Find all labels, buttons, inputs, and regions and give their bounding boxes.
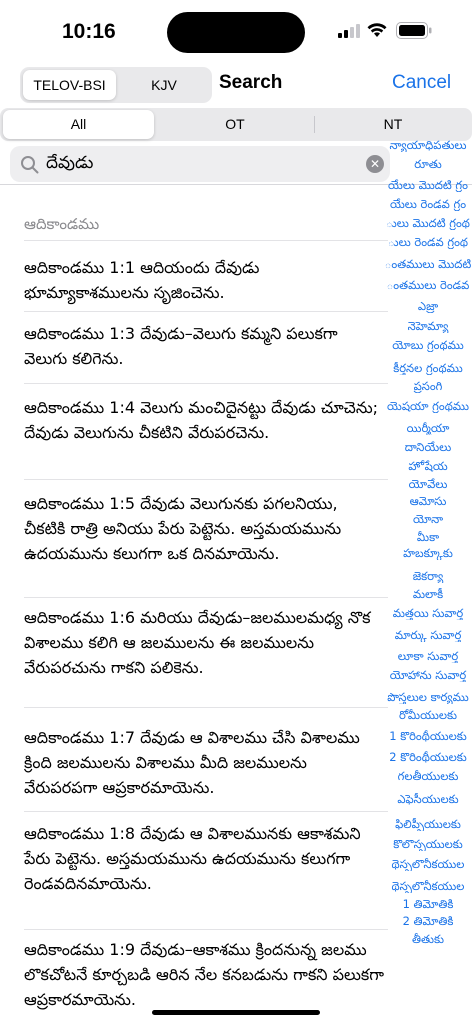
book-index-item[interactable]: ులు మొదటి గ్రంథ — [384, 216, 472, 230]
result-row[interactable]: ఆదికాండము 1:6 మరియు దేవుడు–జలములమధ్య నొక… — [24, 605, 384, 680]
row-separator — [24, 383, 388, 384]
book-index-item[interactable]: ంతములు మొదటి — [384, 257, 472, 271]
book-index-item[interactable]: 1 తిమోతికి — [384, 897, 472, 911]
book-index-item[interactable]: ులు రెండవ గ్రంథ — [384, 235, 472, 249]
book-index-item[interactable]: మత్తయి సువార్త — [384, 606, 472, 620]
book-index-item[interactable]: కీర్తనల గ్రంథము — [384, 361, 472, 375]
book-index-item[interactable]: థెస్సలొనీకయుల — [384, 879, 472, 893]
version-tab-kjv[interactable]: KJV — [118, 70, 210, 100]
book-index-item[interactable]: యోవేలు — [384, 477, 472, 491]
book-index-scrubber[interactable]: న్యాయాధిపతులు రూతు యేలు మొదటి గ్రం యేలు … — [384, 138, 472, 958]
book-index-item[interactable]: లూకా సువార్త — [384, 649, 472, 663]
book-index-item[interactable]: ప్రసంగి — [384, 379, 472, 393]
row-separator — [24, 311, 388, 312]
book-index-item[interactable]: హబక్కూకు — [384, 546, 472, 560]
book-index-item[interactable]: న్యాయాధిపతులు — [384, 138, 472, 152]
dynamic-island — [167, 12, 305, 53]
book-index-item[interactable]: 1 కొరింథీయులకు — [384, 729, 472, 743]
search-field[interactable]: దేవుడు ✕ — [10, 146, 390, 182]
result-row[interactable]: ఆదికాండము 1:4 వెలుగు మంచిదైనట్టు దేవుడు … — [24, 395, 384, 445]
book-index-item[interactable]: థెస్సలొనీకయుల — [384, 857, 472, 871]
book-index-item[interactable]: మలాకీ — [384, 587, 472, 601]
navigation-bar: TELOV-BSI KJV Search Cancel — [0, 64, 472, 104]
book-index-item[interactable]: దానియేలు — [384, 440, 472, 454]
home-indicator[interactable] — [152, 1010, 320, 1015]
book-index-item[interactable]: మార్కు సువార్త — [384, 628, 472, 642]
book-index-item[interactable]: ఎజ్రా — [384, 299, 472, 313]
book-index-item[interactable]: జెకర్యా — [384, 569, 472, 583]
book-index-item[interactable]: గలతీయులకు — [384, 769, 472, 783]
book-index-item[interactable]: మీకా — [384, 530, 472, 544]
row-separator — [24, 811, 388, 812]
book-index-item[interactable]: యోనా — [384, 512, 472, 526]
version-tab-telov[interactable]: TELOV-BSI — [23, 70, 116, 100]
testament-filter-control: All OT NT — [0, 108, 472, 141]
book-index-item[interactable]: ఆమోసు — [384, 494, 472, 508]
wifi-icon — [367, 23, 387, 37]
page-title: Search — [219, 72, 283, 93]
book-index-item[interactable]: కొలొస్సయులకు — [384, 837, 472, 851]
book-index-item[interactable]: ఎఫెసీయులకు — [384, 792, 472, 806]
result-row[interactable]: ఆదికాండము 1:9 దేవుడు–ఆకాశము క్రిందనున్న … — [24, 937, 384, 1012]
status-time: 10:16 — [62, 20, 116, 43]
book-index-item[interactable]: హోషేయ — [384, 459, 472, 473]
result-row[interactable]: ఆదికాండము 1:7 దేవుడు ఆ విశాలము చేసి విశా… — [24, 725, 384, 800]
section-header: ఆదికాండము — [24, 215, 100, 233]
row-separator — [24, 240, 388, 241]
search-input[interactable]: దేవుడు — [46, 153, 93, 177]
book-index-item[interactable]: ంతములు రెండవ — [384, 278, 472, 292]
book-index-item[interactable]: యోబు గ్రంథము — [384, 338, 472, 352]
battery-icon — [396, 22, 432, 39]
clear-search-icon[interactable]: ✕ — [366, 155, 384, 173]
filter-tab-nt[interactable]: NT — [316, 110, 470, 139]
book-index-item[interactable]: ఫిలిప్పీయులకు — [384, 817, 472, 831]
book-index-item[interactable]: 2 కొరింథీయులకు — [384, 750, 472, 764]
book-index-item[interactable]: యేలు మొదటి గ్రం — [384, 178, 472, 192]
search-icon — [21, 156, 39, 174]
book-index-item[interactable]: యిర్మీయా — [384, 421, 472, 435]
book-index-item[interactable]: యోహాను సువార్త — [384, 668, 472, 682]
version-segmented-control: TELOV-BSI KJV — [20, 67, 212, 103]
book-index-item[interactable]: యేలు రెండవ గ్రం — [384, 197, 472, 211]
filter-tab-ot[interactable]: OT — [158, 110, 312, 139]
book-index-item[interactable]: 2 తిమోతికి — [384, 914, 472, 928]
book-index-item[interactable]: పొస్తలుల కార్యము — [384, 690, 472, 704]
book-index-item[interactable]: రోమీయులకు — [384, 708, 472, 722]
book-index-item[interactable]: యెషయా గ్రంథము — [384, 399, 472, 413]
result-row[interactable]: ఆదికాండము 1:8 దేవుడు ఆ విశాలమునకు ఆకాశమన… — [24, 821, 384, 896]
cellular-signal-icon — [338, 24, 360, 38]
result-row[interactable]: ఆదికాండము 1:3 దేవుడు–వెలుగు కమ్మని పలుకగ… — [24, 321, 384, 371]
row-separator — [24, 707, 388, 708]
row-separator — [24, 929, 388, 930]
filter-tab-all[interactable]: All — [3, 110, 154, 139]
status-bar: 10:16 — [0, 0, 472, 60]
book-index-item[interactable]: తీతుకు — [384, 932, 472, 946]
row-separator — [24, 597, 388, 598]
filter-divider — [314, 116, 315, 133]
book-index-item[interactable]: రూతు — [384, 157, 472, 171]
result-row[interactable]: ఆదికాండము 1:1 ఆదియందు దేవుడు భూమ్యాకాశము… — [24, 255, 384, 305]
row-separator — [24, 479, 388, 480]
cancel-button[interactable]: Cancel — [392, 72, 451, 94]
results-list: ఆదికాండము ఆదికాండము 1:1 ఆదియందు దేవుడు భ… — [0, 185, 388, 1024]
result-row[interactable]: ఆదికాండము 1:5 దేవుడు వెలుగునకు పగలనియు, … — [24, 491, 384, 566]
book-index-item[interactable]: నెహెమ్యా — [384, 319, 472, 333]
